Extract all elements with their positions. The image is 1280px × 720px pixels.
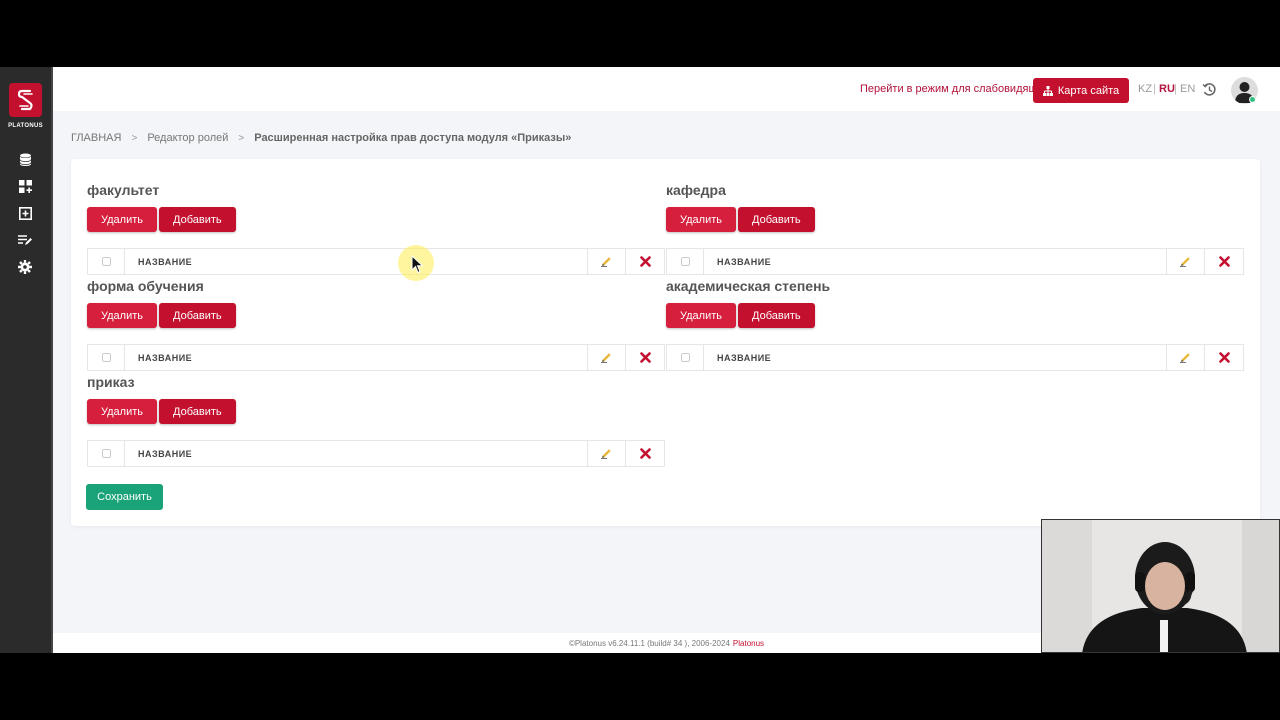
gear-icon[interactable]	[17, 259, 33, 275]
section-department: кафедра Удалить Добавить НАЗВАНИЕ	[666, 182, 1244, 275]
save-button[interactable]: Сохранить	[86, 484, 163, 510]
column-header-name[interactable]: НАЗВАНИЕ	[704, 249, 1167, 274]
column-header-name[interactable]: НАЗВАНИЕ	[704, 345, 1167, 370]
delete-button[interactable]: Удалить	[87, 303, 157, 328]
add-button[interactable]: Добавить	[738, 207, 815, 232]
add-button[interactable]: Добавить	[159, 399, 236, 424]
delete-button[interactable]: Удалить	[666, 303, 736, 328]
section-title: факультет	[87, 182, 160, 198]
delete-x-icon[interactable]	[626, 441, 664, 466]
logo-text: PLATONUS	[8, 123, 43, 129]
pencil-icon[interactable]	[588, 345, 626, 370]
section-title: приказ	[87, 374, 135, 390]
add-box-icon[interactable]	[17, 205, 33, 221]
column-header-name[interactable]: НАЗВАНИЕ	[125, 249, 588, 274]
breadcrumb-current: Расширенная настройка прав доступа модул…	[254, 132, 572, 144]
select-all-checkbox[interactable]	[101, 449, 111, 458]
select-all-checkbox[interactable]	[680, 257, 690, 266]
mouse-cursor-icon	[411, 255, 424, 274]
section-order: приказ Удалить Добавить НАЗВАНИЕ	[87, 374, 665, 467]
select-all-checkbox[interactable]	[101, 353, 111, 362]
permissions-card: факультет Удалить Добавить НАЗВАНИЕ кафе…	[71, 159, 1260, 526]
pencil-icon[interactable]	[588, 249, 626, 274]
delete-button[interactable]: Удалить	[87, 399, 157, 424]
pencil-icon[interactable]	[1167, 249, 1205, 274]
history-icon[interactable]	[1202, 82, 1217, 97]
presenter-video-image	[1042, 520, 1279, 652]
add-button[interactable]: Добавить	[159, 207, 236, 232]
footer-brand-link[interactable]: Platonus	[733, 639, 764, 648]
section-title: академическая степень	[666, 278, 831, 294]
table-header-row: НАЗВАНИЕ	[87, 440, 665, 467]
sitemap-label: Карта сайта	[1057, 84, 1120, 97]
online-status-dot	[1249, 96, 1256, 103]
pencil-icon[interactable]	[588, 441, 626, 466]
table-header-row: НАЗВАНИЕ	[87, 248, 665, 275]
lang-en[interactable]: EN	[1180, 83, 1195, 95]
section-academic-degree: академическая степень Удалить Добавить Н…	[666, 278, 1244, 371]
sitemap-button[interactable]: Карта сайта	[1033, 78, 1129, 103]
sidebar: PLATONUS	[0, 67, 53, 653]
lang-ru[interactable]: RU	[1159, 83, 1175, 95]
section-title: форма обучения	[87, 278, 204, 294]
lang-separator: |	[1153, 83, 1156, 95]
sitemap-icon	[1042, 85, 1053, 96]
platonus-logo[interactable]	[9, 83, 42, 117]
breadcrumb-separator: >	[238, 132, 245, 144]
section-study-form: форма обучения Удалить Добавить НАЗВАНИЕ	[87, 278, 665, 371]
delete-x-icon[interactable]	[626, 345, 664, 370]
add-button[interactable]: Добавить	[159, 303, 236, 328]
select-all-checkbox[interactable]	[101, 257, 111, 266]
table-header-row: НАЗВАНИЕ	[87, 344, 665, 371]
low-vision-mode-link[interactable]: Перейти в режим для слабовидящих	[860, 83, 1049, 95]
section-faculty: факультет Удалить Добавить НАЗВАНИЕ	[87, 182, 665, 275]
delete-button[interactable]: Удалить	[666, 207, 736, 232]
add-button[interactable]: Добавить	[738, 303, 815, 328]
top-bar: Перейти в режим для слабовидящих Карта с…	[53, 67, 1280, 111]
pencil-icon[interactable]	[1167, 345, 1205, 370]
breadcrumb-home[interactable]: ГЛАВНАЯ	[71, 132, 121, 144]
lang-separator: |	[1174, 83, 1177, 95]
column-header-name[interactable]: НАЗВАНИЕ	[125, 441, 588, 466]
webcam-overlay	[1041, 519, 1280, 653]
section-title: кафедра	[666, 182, 726, 198]
database-icon[interactable]	[17, 152, 33, 168]
edit-list-icon[interactable]	[17, 232, 33, 248]
table-header-row: НАЗВАНИЕ	[666, 344, 1244, 371]
column-header-name[interactable]: НАЗВАНИЕ	[125, 345, 588, 370]
delete-x-icon[interactable]	[1205, 249, 1243, 274]
breadcrumb: ГЛАВНАЯ > Редактор ролей > Расширенная н…	[71, 132, 571, 144]
table-header-row: НАЗВАНИЕ	[666, 248, 1244, 275]
lang-kz[interactable]: KZ	[1138, 83, 1152, 95]
platonus-logo-icon	[17, 89, 33, 111]
footer-copyright: ©Platonus v6.24.11.1 (build# 34 ), 2006-…	[568, 638, 730, 648]
delete-button[interactable]: Удалить	[87, 207, 157, 232]
breadcrumb-separator: >	[131, 132, 138, 144]
select-all-checkbox[interactable]	[680, 353, 690, 362]
delete-x-icon[interactable]	[626, 249, 664, 274]
delete-x-icon[interactable]	[1205, 345, 1243, 370]
dashboard-icon[interactable]	[17, 178, 33, 194]
breadcrumb-role-editor[interactable]: Редактор ролей	[147, 132, 228, 144]
